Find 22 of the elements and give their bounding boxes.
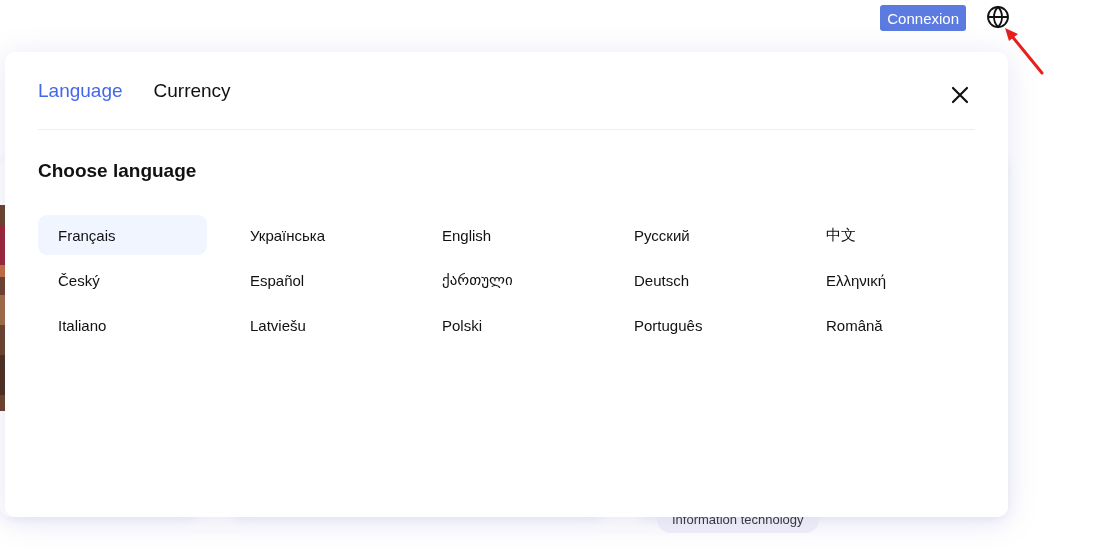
close-icon[interactable]	[949, 84, 971, 106]
language-option[interactable]: Português	[614, 305, 783, 345]
language-option[interactable]: ქართული	[422, 260, 591, 300]
language-option[interactable]: Русский	[614, 215, 783, 255]
dialog-tab[interactable]: Currency	[153, 79, 231, 102]
language-option[interactable]: Français	[38, 215, 207, 255]
dialog-tab[interactable]: Language	[38, 79, 123, 102]
language-option[interactable]: Deutsch	[614, 260, 783, 300]
language-option[interactable]: English	[422, 215, 591, 255]
language-option[interactable]: 中文	[806, 215, 975, 255]
globe-icon[interactable]	[986, 5, 1010, 29]
language-option[interactable]: Español	[230, 260, 399, 300]
login-button[interactable]: Connexion	[880, 5, 966, 31]
language-option[interactable]: Český	[38, 260, 207, 300]
section-heading: Choose language	[38, 160, 198, 182]
language-option[interactable]: Latviešu	[230, 305, 399, 345]
language-option[interactable]: Italiano	[38, 305, 207, 345]
language-option[interactable]: Ελληνική	[806, 260, 975, 300]
pointer-arrow	[1003, 26, 1045, 76]
language-option[interactable]: Română	[806, 305, 975, 345]
language-option[interactable]: Українська	[230, 215, 399, 255]
language-option[interactable]: Polski	[422, 305, 591, 345]
